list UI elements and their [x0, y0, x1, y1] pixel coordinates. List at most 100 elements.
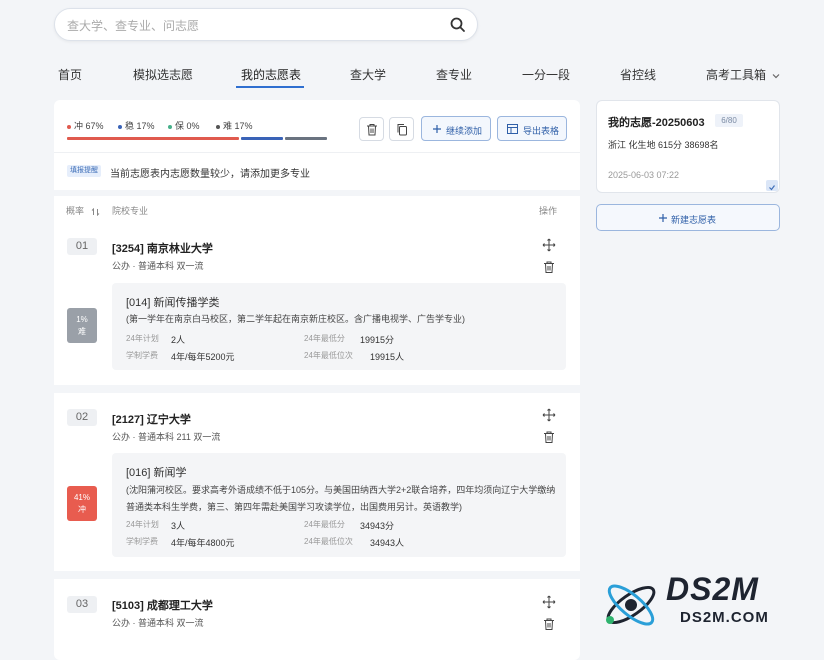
col-prob-label: 概率	[66, 206, 85, 216]
nav-universities[interactable]: 查大学	[350, 66, 386, 83]
row-separator	[54, 571, 580, 579]
plan-date: 2025-06-03 07:22	[608, 170, 680, 180]
entry-number: 01	[67, 238, 97, 255]
plan-count-badge: 6/80	[715, 114, 743, 127]
stat-label: 冲 67%	[74, 121, 104, 131]
plan-label: 24年计划	[126, 334, 159, 343]
stat-dot	[67, 124, 71, 129]
min-rank-value: 19915人	[370, 352, 405, 362]
trash-icon	[367, 124, 377, 136]
nav-active-indicator	[236, 86, 304, 88]
stat-label: 保 0%	[175, 121, 200, 131]
university-meta: 公办 · 普通本科 双一流	[112, 618, 204, 628]
copy-icon	[397, 124, 407, 136]
nav-home[interactable]: 首页	[58, 66, 82, 83]
hint-tag: 填报提醒	[67, 165, 101, 177]
university-meta: 公办 · 普通本科 双一流	[112, 261, 204, 271]
major-description: (沈阳蒲河校区。要求高考外语成绩不低于105分。与美国田纳西大学2+2联合培养，…	[126, 485, 556, 512]
stat-label: 稳 17%	[125, 121, 155, 131]
plan-label: 24年计划	[126, 520, 159, 529]
hint-text: 当前志愿表内志愿数量较少，请添加更多专业	[110, 169, 310, 180]
plus-icon	[659, 214, 667, 222]
search-input[interactable]	[65, 15, 439, 37]
nav-toolbox-label: 高考工具箱	[706, 68, 767, 82]
search-icon[interactable]	[449, 16, 467, 34]
plan-value: 3人	[171, 521, 186, 531]
selected-check-icon	[766, 180, 778, 191]
fee-value: 4年/每年4800元	[171, 538, 235, 548]
nav-toolbox[interactable]: 高考工具箱	[706, 66, 780, 83]
plus-icon	[433, 125, 441, 133]
new-plan-button[interactable]: 新建志愿表	[596, 204, 780, 231]
drag-handle-icon[interactable]	[542, 238, 556, 252]
plan-info: 浙江 化生地 615分 38698名	[608, 140, 719, 150]
sort-icon	[91, 207, 99, 216]
plan-value: 2人	[171, 335, 186, 345]
export-table-button[interactable]: 导出表格	[497, 116, 567, 141]
export-table-label: 导出表格	[523, 126, 560, 136]
trash-icon[interactable]	[542, 260, 556, 274]
major-name: [014] 新闻传播学类	[126, 297, 220, 309]
trash-icon[interactable]	[542, 430, 556, 444]
fee-value: 4年/每年5200元	[171, 352, 235, 362]
stat-dot	[118, 124, 122, 129]
probability-badge: 41% 冲	[67, 486, 97, 521]
drag-handle-icon[interactable]	[542, 408, 556, 422]
stat-dot	[216, 124, 220, 129]
min-score-value: 34943分	[360, 521, 395, 531]
nav-my-plans[interactable]: 我的志愿表	[241, 66, 301, 83]
stat-wen: 稳 17%	[118, 119, 155, 132]
watermark-logo-icon	[606, 584, 656, 626]
min-score-label: 24年最低分	[304, 334, 345, 343]
nav-score-rank[interactable]: 一分一段	[522, 66, 570, 83]
probability-label: 冲	[78, 505, 86, 514]
chevron-down-icon	[772, 73, 780, 79]
new-plan-label: 新建志愿表	[671, 215, 717, 225]
continue-add-button[interactable]: 继续添加	[421, 116, 491, 141]
min-rank-label: 24年最低位次	[304, 351, 353, 360]
major-name: [016] 新闻学	[126, 467, 187, 479]
col-school-header: 院校专业	[112, 206, 149, 216]
drag-handle-icon[interactable]	[542, 595, 556, 609]
divider	[54, 190, 580, 196]
nav-control-line[interactable]: 省控线	[620, 66, 656, 83]
university-name[interactable]: [3254] 南京林业大学	[112, 240, 213, 256]
ratio-bar-chong	[67, 137, 239, 140]
trash-icon[interactable]	[542, 617, 556, 631]
probability-value: 1%	[76, 315, 88, 324]
entry-number: 02	[67, 409, 97, 426]
stat-nan: 难 17%	[216, 119, 253, 132]
stat-bao: 保 0%	[168, 119, 200, 132]
min-rank-value: 34943人	[370, 538, 405, 548]
search-box[interactable]	[54, 8, 478, 41]
university-name[interactable]: [2127] 辽宁大学	[112, 411, 191, 427]
min-score-label: 24年最低分	[304, 520, 345, 529]
copy-button[interactable]	[389, 117, 414, 141]
nav-simulate[interactable]: 模拟选志愿	[133, 66, 193, 83]
watermark-url: DS2M.COM	[680, 609, 769, 626]
min-score-value: 19915分	[360, 335, 395, 345]
ratio-bar-nan	[285, 137, 327, 140]
delete-all-button[interactable]	[359, 117, 384, 141]
university-name[interactable]: [5103] 成都理工大学	[112, 597, 213, 613]
major-description: (第一学年在南京白马校区，第二学年起在南京新庄校区。含广播电视学、广告学专业)	[126, 314, 465, 324]
col-prob-header[interactable]: 概率	[66, 204, 100, 217]
university-meta: 公办 · 普通本科 211 双一流	[112, 432, 221, 442]
entry-number: 03	[67, 596, 97, 613]
fee-label: 学制学费	[126, 351, 158, 360]
ratio-bar-wen	[241, 137, 283, 140]
watermark-text: DS2M	[666, 571, 759, 607]
stat-chong: 冲 67%	[67, 119, 104, 132]
col-action-header: 操作	[539, 206, 558, 216]
plan-title: 我的志愿-20250603	[608, 117, 705, 129]
fee-label: 学制学费	[126, 537, 158, 546]
table-icon	[507, 124, 518, 134]
probability-label: 难	[78, 327, 86, 336]
min-rank-label: 24年最低位次	[304, 537, 353, 546]
nav-majors[interactable]: 查专业	[436, 66, 472, 83]
probability-value: 41%	[73, 493, 90, 502]
stat-label: 难 17%	[223, 121, 253, 131]
divider	[54, 152, 580, 153]
stat-dot	[168, 124, 172, 129]
row-separator	[54, 385, 580, 393]
